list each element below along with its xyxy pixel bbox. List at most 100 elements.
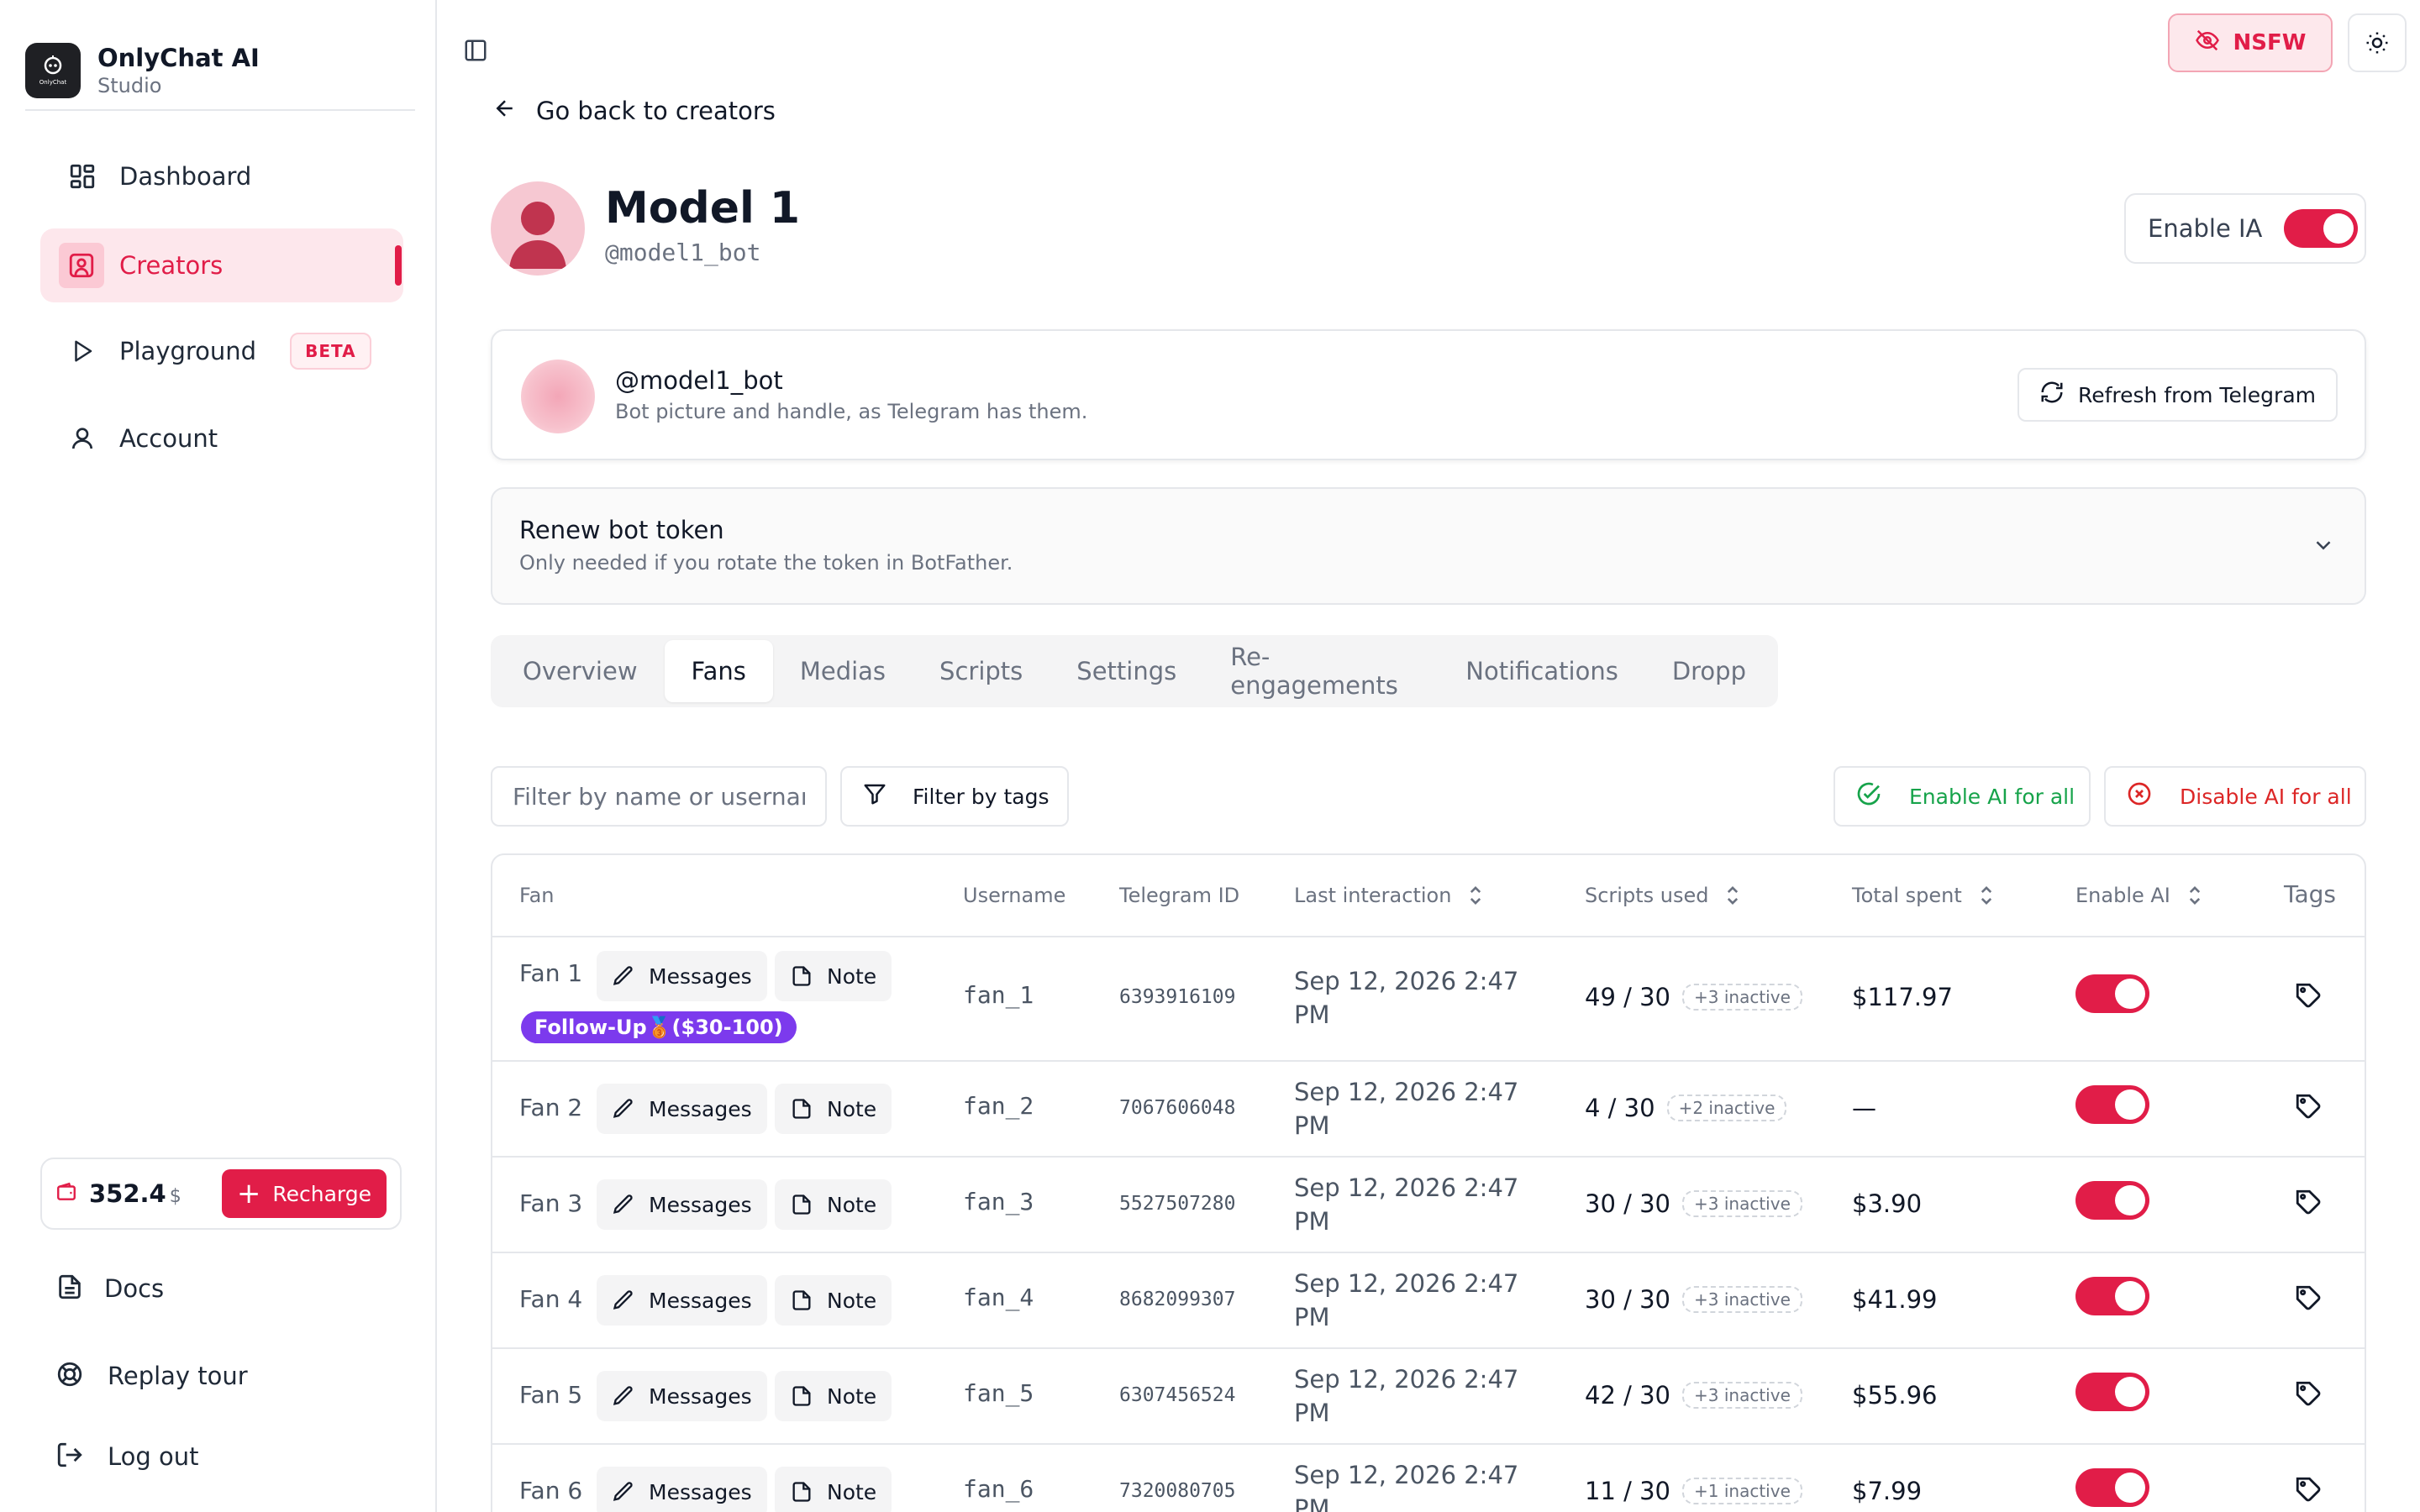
column-header-total-spent[interactable]: Total spent [1852,884,1996,907]
arrow-left-icon [492,96,518,127]
bot-handle: @model1_bot [615,366,783,395]
active-indicator [395,245,402,286]
file-icon [792,1099,811,1119]
fan-name: Fan 1 [519,959,583,987]
fans-table: Fan Username Telegram ID Last interactio… [491,853,2366,1512]
tag-icon[interactable] [2294,1379,2323,1408]
column-header-fan: Fan [519,884,555,907]
enable-ai-toggle[interactable] [2075,1181,2149,1220]
total-spent: $55.96 [1852,1381,1938,1410]
sidebar-item-dashboard[interactable]: Dashboard [40,139,403,213]
model-avatar [491,181,585,276]
enable-ai-toggle[interactable] [2075,1277,2149,1315]
sun-icon [2366,32,2388,54]
messages-button[interactable]: Messages [597,951,767,1001]
messages-button[interactable]: Messages [597,1467,767,1512]
total-spent: — [1852,1094,1876,1122]
column-header-username: Username [963,884,1066,907]
tab-notifications[interactable]: Notifications [1439,640,1645,702]
plus-icon: + [236,1177,261,1210]
bot-description: Bot picture and handle, as Telegram has … [615,400,1088,423]
tab-settings[interactable]: Settings [1050,640,1203,702]
sidebar-toggle-button[interactable] [457,32,494,69]
nsfw-toggle-button[interactable]: NSFW [2168,13,2333,72]
refresh-from-telegram-button[interactable]: Refresh from Telegram [2017,368,2338,422]
file-icon [792,1194,811,1215]
fan-username: fan_2 [963,1092,1034,1120]
tabs: Overview Fans Medias Scripts Settings Re… [491,635,1778,707]
note-button[interactable]: Note [775,1275,892,1326]
x-circle-icon [2126,780,2153,812]
tag-icon[interactable] [2294,981,2323,1010]
table-row: Fan 1 Messages Note Follow-Up🥉($30-100) … [492,937,2365,1062]
logout-button[interactable]: Log out [55,1431,199,1482]
scripts-used: 49 / 30 +3 inactive [1585,983,1802,1011]
note-button[interactable]: Note [775,1179,892,1230]
theme-toggle-button[interactable] [2348,13,2407,72]
svg-text:OnlyChat: OnlyChat [39,79,67,86]
filter-by-tags-button[interactable]: Filter by tags [840,766,1069,827]
file-icon [792,1290,811,1310]
sidebar-item-creators[interactable]: Creators [40,228,403,302]
sidebar-item-playground[interactable]: Playground BETA [40,314,403,388]
divider [25,109,415,111]
fan-search-input[interactable] [491,766,827,827]
tab-scripts[interactable]: Scripts [913,640,1050,702]
pencil-icon [613,966,633,985]
sidebar-item-account[interactable]: Account [40,402,403,475]
note-button[interactable]: Note [775,1084,892,1134]
filter-icon [862,781,887,811]
pencil-icon [613,1194,633,1214]
last-interaction: Sep 12, 2026 2:47 PM [1294,1173,1519,1236]
tab-re-engagements[interactable]: Re-engagements [1203,640,1439,702]
logout-icon [55,1441,84,1473]
column-header-enable-ai[interactable]: Enable AI [2075,884,2204,907]
brand[interactable]: OnlyChat OnlyChat AI Studio [25,30,415,111]
scripts-used: 30 / 30 +3 inactive [1585,1285,1802,1314]
enable-ai-toggle[interactable] [2075,1373,2149,1411]
messages-button[interactable]: Messages [597,1179,767,1230]
fan-telegram-id: 6393916109 [1119,986,1236,1008]
tag-icon[interactable] [2294,1188,2323,1216]
enable-ai-toggle[interactable] [2075,1468,2149,1507]
disable-ai-for-all-button[interactable]: Disable AI for all [2104,766,2366,827]
enable-ai-for-all-button[interactable]: Enable AI for all [1833,766,2091,827]
brand-logo: OnlyChat [25,43,81,98]
robot-icon: OnlyChat [39,55,67,86]
tag-icon[interactable] [2294,1475,2323,1504]
renew-token-accordion[interactable]: Renew bot token Only needed if you rotat… [491,487,2366,605]
enable-ai-toggle[interactable] [2075,1085,2149,1124]
column-header-scripts-used[interactable]: Scripts used [1585,884,1742,907]
messages-button[interactable]: Messages [597,1275,767,1326]
scripts-used: 42 / 30 +3 inactive [1585,1381,1802,1410]
sort-icon [1981,886,1991,905]
document-icon [55,1273,84,1305]
tag-icon[interactable] [2294,1284,2323,1312]
tab-dropp[interactable]: Dropp [1645,640,1773,702]
note-button[interactable]: Note [775,1371,892,1421]
fan-telegram-id: 7320080705 [1119,1480,1236,1502]
brand-name: OnlyChat AI [97,44,260,72]
tag-icon[interactable] [2294,1092,2323,1121]
scripts-used: 11 / 30 +1 inactive [1585,1477,1802,1505]
messages-button[interactable]: Messages [597,1084,767,1134]
tab-medias[interactable]: Medias [773,640,913,702]
model-handle: @model1_bot [605,239,761,266]
column-header-last-interaction[interactable]: Last interaction [1294,884,1485,907]
enable-ai-toggle[interactable] [2075,974,2149,1013]
replay-tour-button[interactable]: Replay tour [55,1351,248,1401]
balance-amount: 352.4 $ [89,1179,182,1208]
tab-overview[interactable]: Overview [496,640,665,702]
fan-name: Fan 6 [519,1477,583,1504]
sidebar-item-label: Creators [119,251,224,280]
last-interaction: Sep 12, 2026 2:47 PM [1294,1269,1519,1331]
back-to-creators-link[interactable]: Go back to creators [492,91,776,131]
scripts-used: 30 / 30 +3 inactive [1585,1189,1802,1218]
docs-link[interactable]: Docs [55,1263,164,1314]
recharge-button[interactable]: + Recharge [221,1169,387,1218]
messages-button[interactable]: Messages [597,1371,767,1421]
enable-ia-toggle[interactable] [2284,209,2359,248]
note-button[interactable]: Note [775,1467,892,1512]
tab-fans[interactable]: Fans [664,640,773,702]
note-button[interactable]: Note [775,951,892,1001]
